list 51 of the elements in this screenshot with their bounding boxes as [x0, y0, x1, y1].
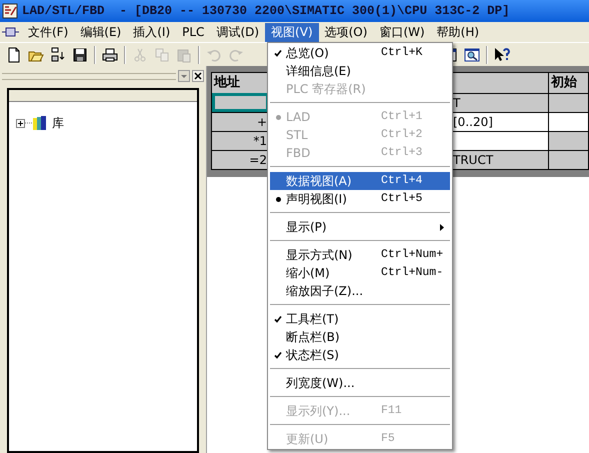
expand-icon[interactable] [16, 118, 25, 128]
new-document-icon[interactable] [6, 46, 22, 62]
check-icon [274, 316, 282, 322]
table-cell[interactable]: *1 [212, 131, 268, 150]
table-cell[interactable] [548, 131, 588, 150]
tree-item[interactable]: 库 [52, 114, 64, 132]
menu-item[interactable]: 缩放因子(Z)... [270, 282, 450, 300]
menu-item[interactable]: 显示(P) [270, 218, 450, 236]
magnifier-icon[interactable] [464, 46, 480, 62]
window-title: LAD/STL/FBD - [DB20 -- 130730 2200\SIMATIC 300(1)\CPU 313C-2 DP] [22, 2, 510, 20]
menu-item[interactable]: 状态栏(S) [270, 346, 450, 364]
table-cell[interactable] [548, 150, 588, 169]
menu-item[interactable]: 工具栏(T) [270, 310, 450, 328]
column-header: 地址 [212, 72, 268, 93]
document-icon[interactable] [2, 26, 19, 38]
menu-item[interactable]: 缩小(M) Ctrl+Num- [270, 264, 450, 282]
menu-item[interactable]: 断点栏(B) [270, 328, 450, 346]
table-cell[interactable]: + [212, 112, 268, 131]
menu-item[interactable]: 数据视图(A) Ctrl+4 [270, 172, 450, 190]
check-icon [274, 50, 282, 56]
menu-item[interactable]: 编辑(E) [74, 22, 128, 42]
submenu-arrow-icon [440, 224, 444, 230]
menu-item[interactable]: 列宽度(W)... [270, 374, 450, 392]
menu-item[interactable]: 帮助(H) [430, 22, 486, 42]
table-cell[interactable] [548, 112, 588, 131]
download-icon[interactable] [50, 46, 66, 62]
menu-item[interactable]: 文件(F) [22, 22, 74, 42]
menu-item[interactable]: 调试(D) [210, 22, 266, 42]
menu-item[interactable]: 视图(V) [265, 22, 319, 42]
menu-item[interactable]: 显示方式(N) Ctrl+Num+ [270, 246, 450, 264]
menu-item[interactable]: 插入(I) [127, 22, 176, 42]
table-cell[interactable] [212, 93, 268, 112]
table-cell[interactable]: =2 [212, 150, 268, 169]
check-icon [274, 352, 282, 358]
menu-item[interactable]: 声明视图(I) Ctrl+5 [270, 190, 450, 208]
menu-item[interactable]: 详细信息(E) [270, 62, 450, 80]
column-header: 初始 [548, 72, 588, 93]
menu-item[interactable]: 总览(O) Ctrl+K [270, 44, 450, 62]
bullet-icon [276, 196, 280, 202]
panel-grip[interactable] [2, 72, 176, 80]
books-icon [33, 115, 47, 131]
help-pointer-icon[interactable] [494, 46, 510, 62]
menu-item[interactable]: PLC [176, 22, 210, 42]
close-icon[interactable] [192, 70, 204, 82]
bullet-icon [276, 114, 280, 120]
app-icon [2, 3, 18, 19]
menu-item[interactable]: 选项(O) [318, 22, 374, 42]
table-cell[interactable] [548, 93, 588, 112]
menu-item[interactable]: 窗口(W) [373, 22, 431, 42]
printer-icon[interactable] [102, 46, 118, 62]
dotted-line [25, 122, 33, 124]
